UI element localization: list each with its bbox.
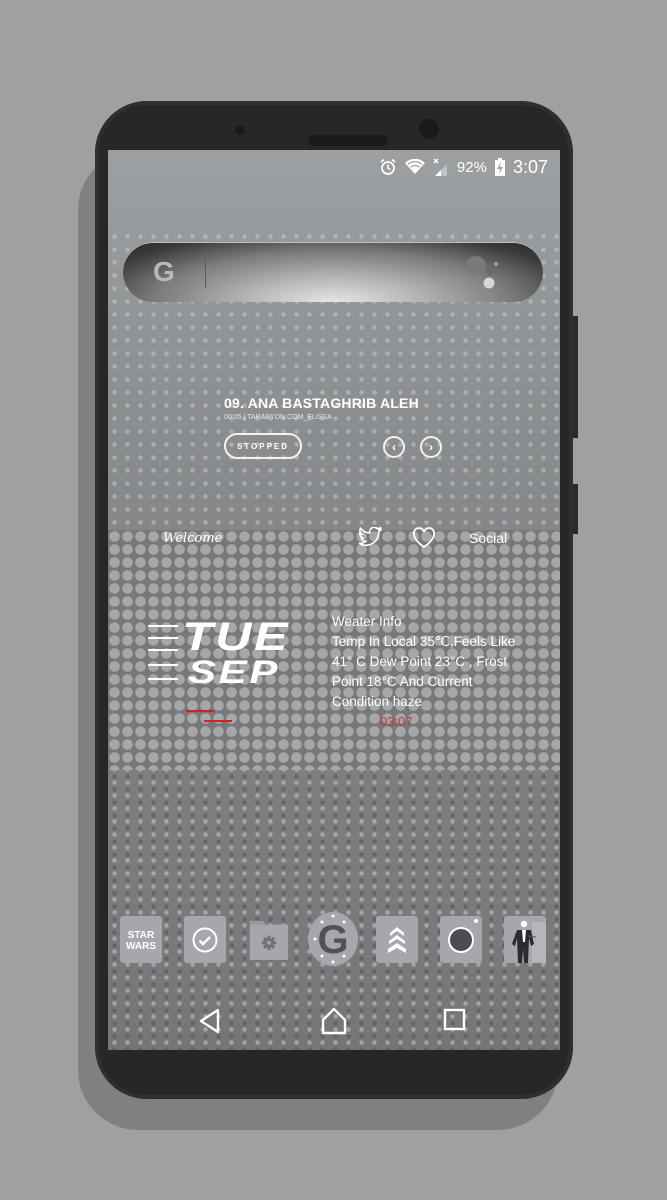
chevron-left-icon: ‹ (392, 440, 396, 454)
star-wars-logo-icon: STAR WARS (126, 930, 156, 952)
accent-line-2 (204, 720, 232, 722)
search-divider (205, 258, 206, 288)
weather-line: Condition haze (332, 694, 423, 709)
date-widget: TUE SEP (148, 620, 288, 690)
twitter-icon[interactable] (358, 527, 382, 547)
volume-button (573, 316, 578, 438)
weather-heading: Weater Info (332, 614, 402, 629)
check-circle-icon (192, 927, 218, 952)
wifi-icon (404, 159, 425, 174)
google-assistant-icon[interactable] (463, 252, 503, 292)
decor-lines (148, 625, 178, 680)
front-camera (419, 119, 439, 139)
track-subtitle: 00:05 | TARABYON.COM_ELISSA (224, 414, 332, 421)
app-chevrons[interactable] (376, 916, 418, 963)
weather-line: Point 18°C And Current (332, 674, 473, 689)
google-logo: G (153, 256, 175, 287)
battery-percent: 92% (456, 158, 487, 176)
previous-track-button[interactable]: ‹ (383, 436, 405, 458)
weather-line: 41° C Dew Point 23°C , Frost (332, 654, 508, 669)
weather-widget: Weater Info Temp In Local 35℃,Feels Like… (332, 612, 532, 732)
app-tasks[interactable] (184, 916, 226, 963)
playback-state-button[interactable]: STOPPED (224, 433, 302, 459)
clock: 3:07 (512, 156, 548, 177)
next-track-button[interactable]: › (420, 436, 442, 458)
app-google[interactable]: G (307, 912, 359, 966)
svg-text:WARS: WARS (126, 941, 156, 952)
character-figure-icon (512, 920, 546, 963)
track-title: 09. ANA BASTAGHRIB ALEH (224, 395, 419, 411)
proximity-sensor (235, 125, 245, 135)
alarm-icon (380, 158, 396, 175)
accent-line-1 (186, 710, 214, 712)
stacked-chevrons-icon (388, 926, 406, 953)
star-wars-text: STAR (128, 930, 155, 941)
power-button (573, 484, 578, 534)
weather-line: Temp In Local 35℃,Feels Like (332, 634, 516, 649)
chevron-right-icon: › (429, 440, 433, 454)
google-search-bar[interactable]: G (123, 242, 543, 302)
no-signal-icon (433, 158, 447, 176)
battery-charging-icon (494, 158, 505, 176)
folder-gear-icon (249, 920, 289, 961)
camera-lens-icon (448, 919, 478, 953)
month-text: SEP (188, 654, 280, 690)
app-dock: STAR WARS G (108, 912, 560, 966)
earpiece (308, 135, 388, 146)
app-camera[interactable] (440, 916, 482, 963)
home-icon[interactable] (320, 1007, 348, 1035)
navigation-bar (108, 1005, 560, 1035)
app-character[interactable] (504, 916, 546, 963)
status-bar: 92% 3:07 (379, 156, 548, 178)
heart-icon[interactable] (412, 527, 436, 549)
home-screen: 92% 3:07 G 09. ANA BASTAGHRIB ALEH 00:05… (108, 150, 560, 1050)
app-files-settings[interactable] (248, 916, 290, 963)
back-icon[interactable] (198, 1008, 220, 1034)
google-g-icon: G (308, 912, 358, 966)
welcome-label: Welcome (163, 531, 223, 546)
social-label[interactable]: Social (469, 530, 507, 546)
app-star-wars[interactable]: STAR WARS (120, 916, 162, 963)
weather-clock: 03:07 (380, 714, 413, 729)
recents-icon[interactable] (443, 1008, 467, 1032)
